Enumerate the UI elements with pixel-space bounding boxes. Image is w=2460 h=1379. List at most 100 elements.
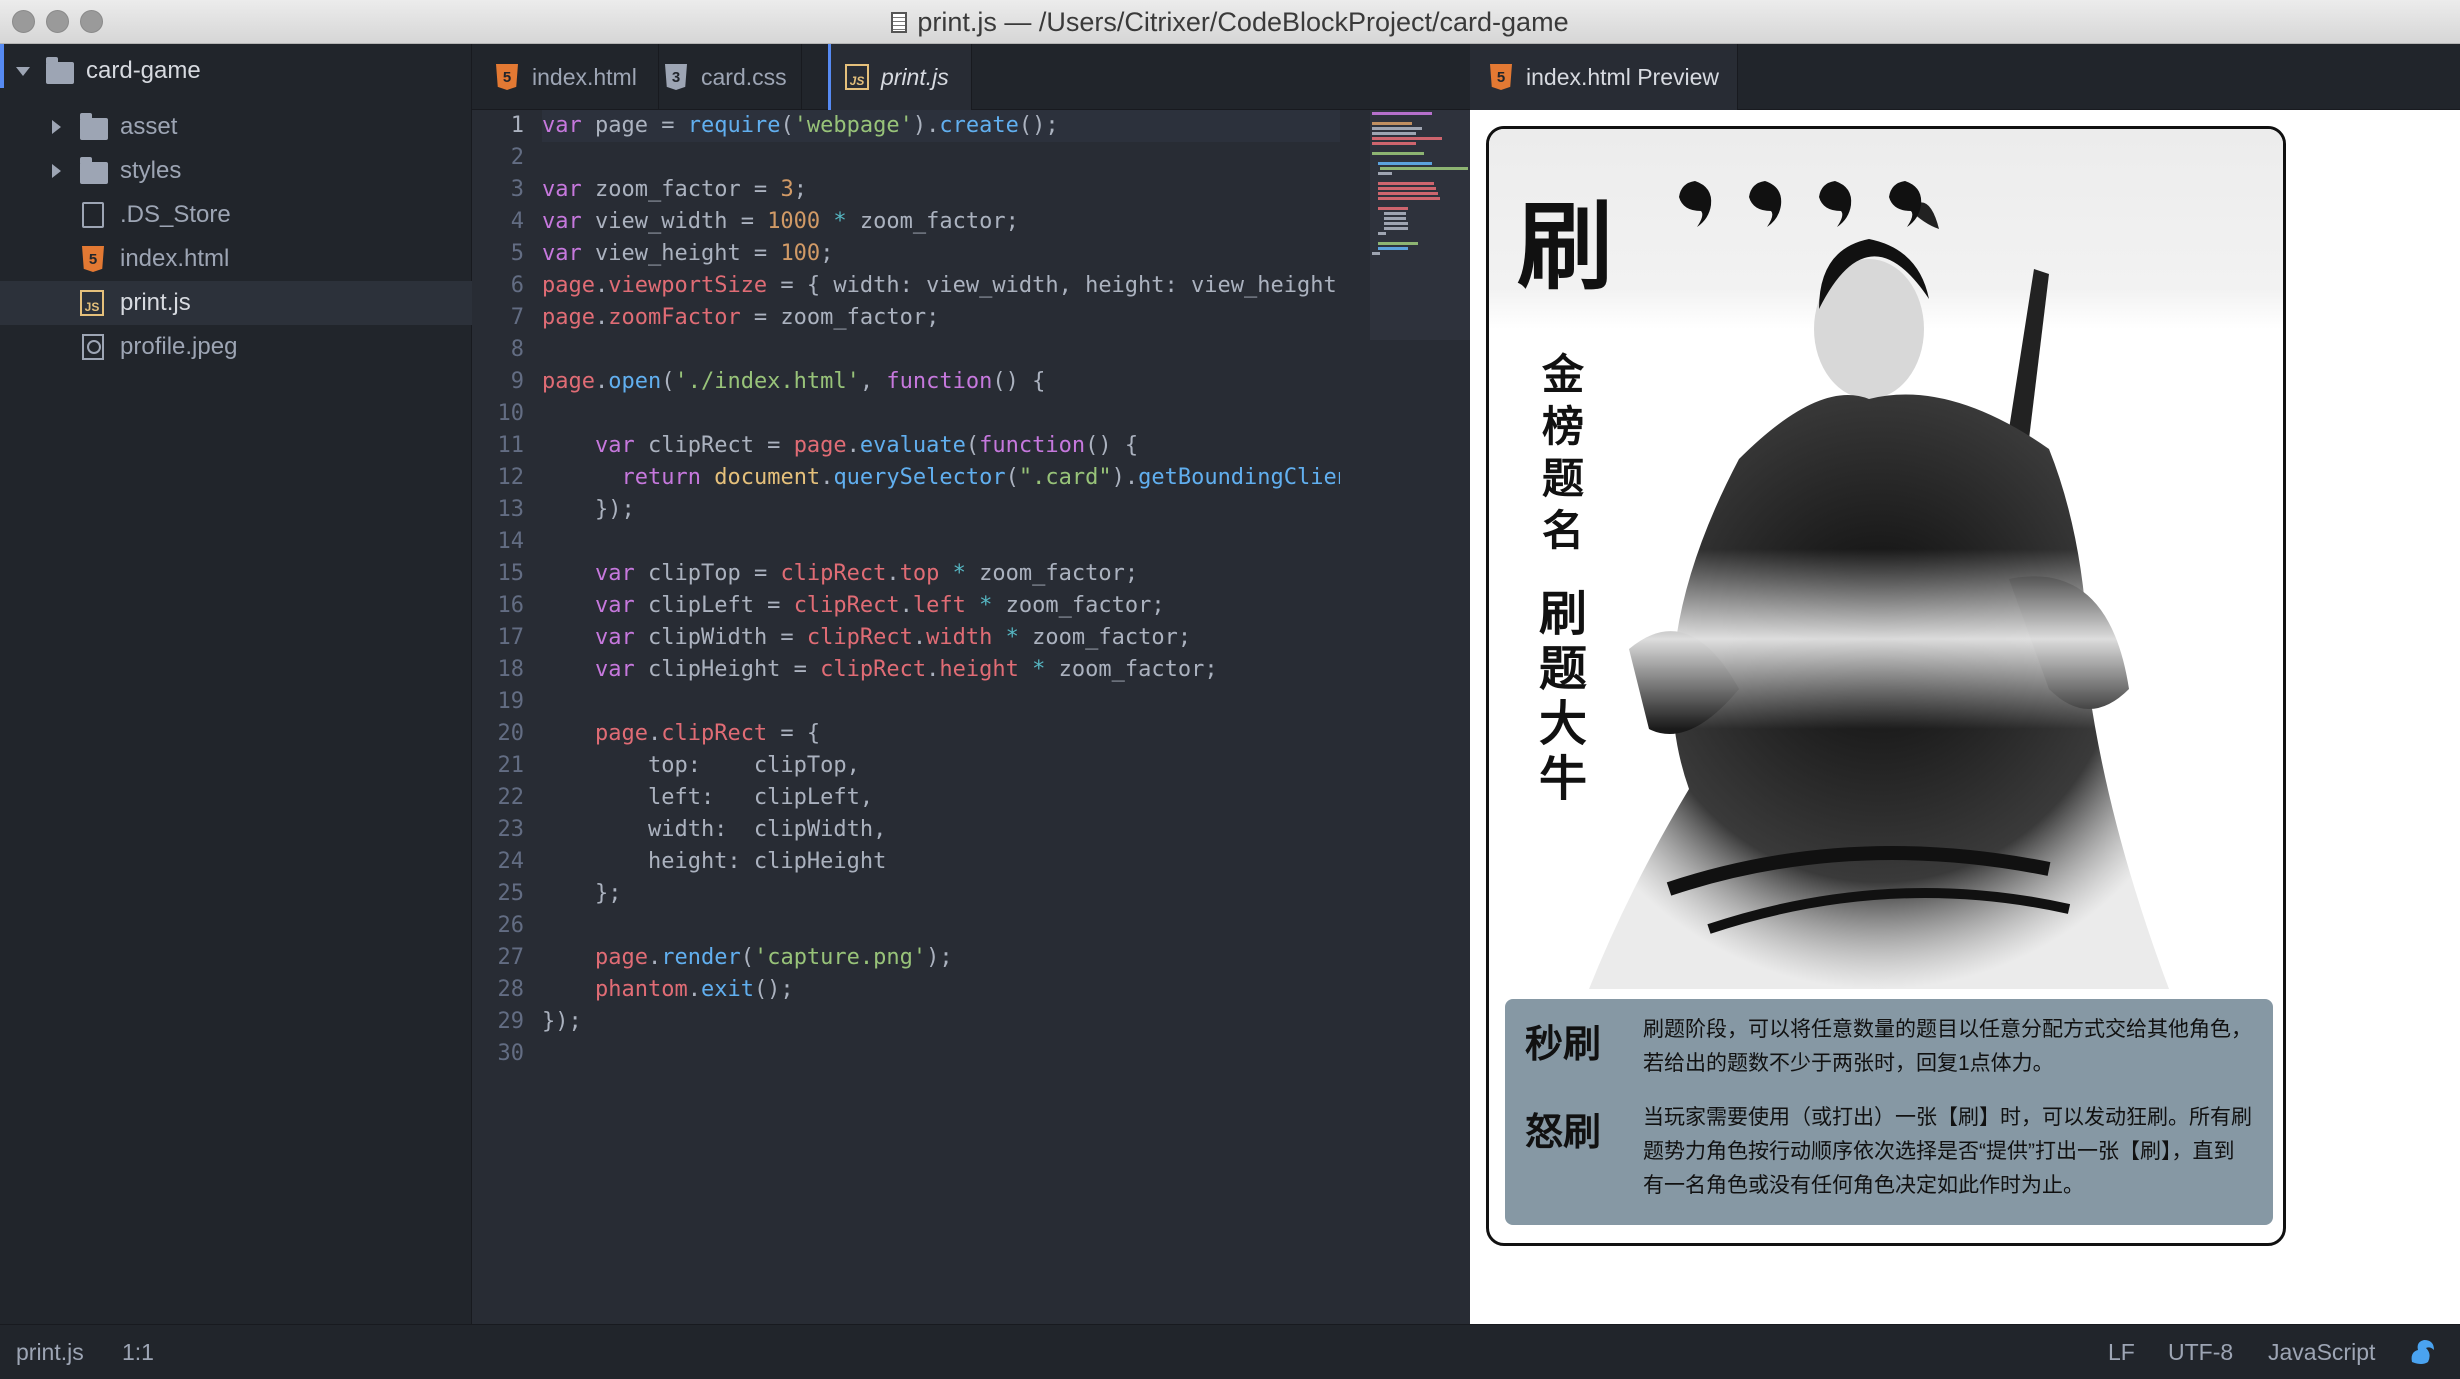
line-number: 30 — [497, 1041, 525, 1066]
line-number: 12 — [497, 465, 525, 490]
title-char: 榜 — [1541, 402, 1584, 451]
html5-icon: 5 — [496, 64, 518, 90]
minimap[interactable] — [1370, 110, 1470, 340]
line-number: 13 — [497, 497, 525, 522]
tree-item-label: asset — [120, 113, 178, 140]
skill-description: 刷题阶段，可以将任意数量的题目以任意分配方式交给其他角色，若给出的题数不少于两张… — [1643, 1018, 2252, 1075]
tab-label: card.css — [701, 63, 787, 90]
line-number: 8 — [510, 337, 524, 362]
skill-panel: 秒刷 刷题阶段，可以将任意数量的题目以任意分配方式交给其他角色，若给出的题数不少… — [1505, 999, 2273, 1225]
line-number: 6 — [510, 273, 524, 298]
tree-view: card-game asset styles .DS_Store 5 index… — [0, 44, 472, 1324]
title-char: 题 — [1541, 454, 1584, 503]
code-line: page.clipRect = { — [594, 721, 821, 746]
skill-name: 怒刷 — [1525, 1109, 1602, 1154]
folder-icon — [80, 157, 108, 184]
status-bar: print.js 1:1 LF UTF-8 JavaScript — [0, 1324, 2460, 1378]
code-line: phantom.exit(); — [594, 977, 794, 1002]
tree-item-label: profile.jpeg — [120, 333, 238, 360]
js-file-icon: JS — [845, 64, 869, 90]
code-line: page.render('capture.png'); — [594, 945, 953, 970]
html5-icon: 5 — [82, 246, 104, 272]
code-line: page.open('./index.html', function() { — [542, 369, 1046, 394]
js-file-icon: JS — [80, 290, 104, 316]
tree-item-styles[interactable]: styles — [0, 149, 472, 193]
code-line: }); — [542, 1009, 582, 1034]
line-number: 3 — [510, 177, 524, 202]
code-line: page.viewportSize = { width: view_width,… — [542, 273, 1340, 298]
window-title: print.js — /Users/Citrixer/CodeBlockProj… — [917, 6, 1569, 37]
html5-icon: 5 — [1490, 64, 1512, 90]
code-line: var page = require('webpage').create(); — [542, 110, 1340, 142]
code-line: left: clipLeft, — [542, 785, 874, 810]
preview-tab-bar: 5 index.html Preview — [1470, 44, 2460, 110]
status-encoding[interactable]: UTF-8 — [2168, 1325, 2233, 1379]
file-icon — [82, 202, 104, 228]
line-number: 1 — [510, 113, 524, 138]
line-number: 2 — [510, 145, 524, 170]
folder-icon — [80, 113, 108, 140]
preview-pane: 5 index.html Preview 刷 金 榜 题 名 刷 题 大 牛 秒… — [1470, 44, 2460, 1324]
code-line: }); — [542, 497, 635, 522]
title-bar: print.js — /Users/Citrixer/CodeBlockProj… — [0, 0, 2460, 44]
tab-index-html[interactable]: 5 index.html — [472, 44, 659, 110]
line-number: 28 — [497, 977, 525, 1002]
status-grammar[interactable]: JavaScript — [2268, 1325, 2375, 1379]
code-line: var clipRect = page.evaluate(function() … — [594, 433, 1139, 458]
line-number: 16 — [497, 593, 525, 618]
status-file-name[interactable]: print.js — [16, 1325, 84, 1379]
line-number: 27 — [497, 945, 525, 970]
tree-item-index-html[interactable]: 5 index.html — [0, 237, 472, 281]
card-name-vertical: 刷 题 大 牛 — [1533, 587, 1593, 807]
tree-item-ds-store[interactable]: .DS_Store — [0, 193, 472, 237]
title-char: 金 — [1541, 350, 1584, 399]
css3-icon: 3 — [665, 64, 687, 90]
line-number: 25 — [497, 881, 525, 906]
line-number: 20 — [497, 721, 525, 746]
code-line: var view_height = 100; — [542, 241, 834, 266]
code-line: var clipHeight = clipRect.height * zoom_… — [594, 657, 1218, 682]
line-number: 29 — [497, 1009, 525, 1034]
code-line: var zoom_factor = 3; — [542, 177, 807, 202]
line-number: 21 — [497, 753, 525, 778]
code-area[interactable]: var page = require('webpage').create(); … — [542, 110, 1340, 1070]
squirrel-icon[interactable] — [2408, 1338, 2438, 1366]
tree-item-print-js[interactable]: JS print.js — [0, 281, 472, 325]
status-cursor-position[interactable]: 1:1 — [122, 1325, 154, 1379]
tab-label: print.js — [881, 63, 949, 90]
code-line: width: clipWidth, — [542, 817, 887, 842]
line-number: 24 — [497, 849, 525, 874]
line-number: 22 — [497, 785, 525, 810]
tab-index-html-preview[interactable]: 5 index.html Preview — [1470, 44, 1738, 110]
code-line: }; — [542, 881, 622, 906]
tree-item-label: .DS_Store — [120, 201, 231, 228]
tree-item-profile-jpeg[interactable]: profile.jpeg — [0, 325, 472, 369]
tab-card-css[interactable]: 3 card.css — [659, 44, 802, 110]
skill-name: 秒刷 — [1525, 1021, 1602, 1066]
line-number: 14 — [497, 529, 525, 554]
code-line: var clipWidth = clipRect.width * zoom_fa… — [594, 625, 1192, 650]
line-number: 7 — [510, 305, 524, 330]
name-char: 牛 — [1538, 751, 1587, 807]
tree-item-label: styles — [120, 157, 182, 184]
tab-print-js[interactable]: JS print.js — [828, 44, 972, 110]
folder-icon — [46, 57, 74, 84]
hp-drop-icon — [1819, 181, 1852, 227]
editor-pane: 5 index.html 3 card.css JS print.js 1234… — [472, 44, 1470, 1324]
hp-drop-icon — [1889, 181, 1922, 227]
window-title-wrap: print.js — /Users/Citrixer/CodeBlockProj… — [0, 0, 2460, 44]
skill-description: 当玩家需要使用（或打出）一张【刷】时，可以发动狂刷。所有刷题势力角色按行动顺序依… — [1643, 1106, 2252, 1197]
chevron-down-icon — [16, 67, 30, 76]
card: 刷 金 榜 题 名 刷 题 大 牛 秒刷 刷题阶段，可以将任意数量的题目以任意分… — [1486, 126, 2286, 1246]
code-line: page.zoomFactor = zoom_factor; — [542, 305, 940, 330]
title-char: 名 — [1541, 506, 1584, 555]
code-line: height: clipHeight — [542, 849, 887, 874]
status-line-ending[interactable]: LF — [2108, 1325, 2135, 1379]
tree-root-card-game[interactable]: card-game — [0, 49, 472, 93]
tree-item-asset[interactable]: asset — [0, 105, 472, 149]
